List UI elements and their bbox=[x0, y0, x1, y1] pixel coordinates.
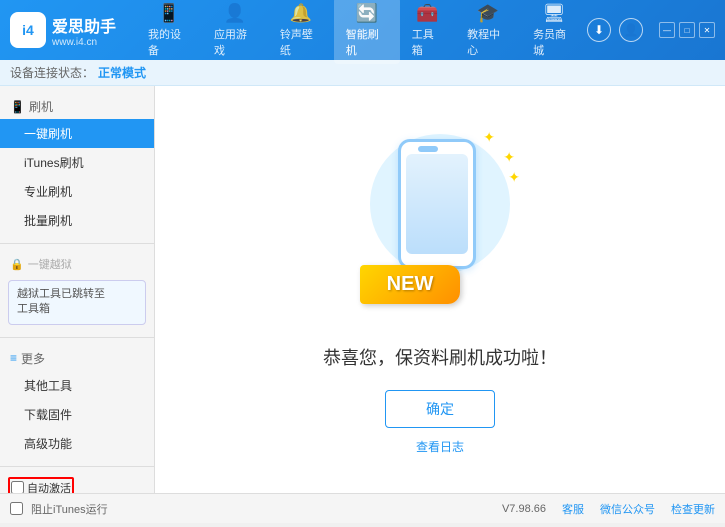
version-label: V7.98.66 bbox=[502, 503, 546, 515]
sidebar-jb-warning: 越狱工具已跳转至工具箱 bbox=[8, 280, 146, 325]
nav-toolbox[interactable]: 🧰 工具箱 bbox=[400, 0, 455, 64]
download-button[interactable]: ⬇ bbox=[587, 18, 611, 42]
nav-tutorial[interactable]: 🎓 教程中心 bbox=[455, 0, 521, 64]
my-device-icon: 📱 bbox=[158, 3, 180, 24]
nav-smart-flash[interactable]: 🔄 智能刷机 bbox=[334, 0, 400, 64]
toolbar-status: 正常模式 bbox=[98, 64, 146, 81]
toolbox-icon: 🧰 bbox=[416, 3, 438, 24]
sidebar-section-jailbreak: 🔒 一键越狱 越狱工具已跳转至工具箱 bbox=[0, 248, 154, 333]
sidebar-item-itunes-flash[interactable]: iTunes刷机 bbox=[0, 148, 154, 177]
bottom-bar: 阻止iTunes运行 V7.98.66 客服 微信公众号 检查更新 bbox=[0, 493, 725, 523]
main-layout: 📱 刷机 一键刷机 iTunes刷机 专业刷机 批量刷机 🔒 一键越狱 bbox=[0, 86, 725, 493]
close-button[interactable]: ✕ bbox=[699, 22, 715, 38]
jb-lock-icon: 🔒 bbox=[10, 258, 24, 271]
phone-body bbox=[398, 139, 476, 269]
more-section-icon: ≡ bbox=[10, 351, 17, 365]
window-controls: — □ ✕ bbox=[659, 22, 715, 38]
new-badge: NEW bbox=[360, 265, 460, 304]
sidebar-section-more: ≡ 更多 其他工具 下载固件 高级功能 bbox=[0, 342, 154, 462]
auto-activate-checkbox[interactable] bbox=[11, 481, 24, 493]
new-badge-text: NEW bbox=[387, 273, 434, 296]
view-log-link[interactable]: 查看日志 bbox=[416, 438, 464, 455]
sparkle-icon-1: ✦ bbox=[503, 149, 515, 166]
smart-flash-icon: 🔄 bbox=[356, 3, 378, 24]
toolbar: 设备连接状态： 正常模式 bbox=[0, 60, 725, 86]
main-content: NEW ✦ ✦ ✦ 恭喜您，保资料刷机成功啦！ 确定 查看日志 bbox=[155, 86, 725, 493]
itunes-label: 阻止iTunes运行 bbox=[31, 501, 108, 517]
itunes-checkbox[interactable] bbox=[10, 502, 23, 515]
header: i4 爱思助手 www.i4.cn 📱 我的设备 👤 应用游戏 🔔 铃声壁纸 🔄… bbox=[0, 0, 725, 60]
phone-notch bbox=[418, 146, 438, 152]
sidebar-item-batch-flash[interactable]: 批量刷机 bbox=[0, 206, 154, 235]
sidebar-item-pro-flash[interactable]: 专业刷机 bbox=[0, 177, 154, 206]
sidebar-section-flash-header[interactable]: 📱 刷机 bbox=[0, 94, 154, 119]
logo-icon: i4 bbox=[10, 12, 46, 48]
device-checkboxes: 自动激活 跳过向导 bbox=[8, 477, 146, 493]
wechat-link[interactable]: 微信公众号 bbox=[600, 501, 655, 517]
sidebar-item-download-firmware[interactable]: 下载固件 bbox=[0, 400, 154, 429]
sidebar-divider-3 bbox=[0, 466, 154, 467]
brand-name: 爱思助手 bbox=[52, 13, 116, 37]
phone-illustration: NEW ✦ ✦ ✦ bbox=[360, 124, 520, 324]
auto-activate-checkbox-label[interactable]: 自动激活 bbox=[11, 480, 71, 493]
nav-app-games[interactable]: 👤 应用游戏 bbox=[202, 0, 268, 64]
bottom-right-links: V7.98.66 客服 微信公众号 检查更新 bbox=[502, 501, 715, 517]
checkbox-red-border: 自动激活 跳过向导 bbox=[8, 477, 74, 493]
nav-service[interactable]: 🖥 务员商城 bbox=[521, 0, 587, 64]
sidebar-divider-2 bbox=[0, 337, 154, 338]
check-update-link[interactable]: 检查更新 bbox=[671, 501, 715, 517]
brand-url: www.i4.cn bbox=[52, 37, 116, 48]
tutorial-icon: 🎓 bbox=[477, 3, 499, 24]
sidebar-item-other-tools[interactable]: 其他工具 bbox=[0, 371, 154, 400]
nav-tabs: 📱 我的设备 👤 应用游戏 🔔 铃声壁纸 🔄 智能刷机 🧰 工具箱 🎓 教程中心… bbox=[136, 0, 587, 64]
itunes-control: 阻止iTunes运行 bbox=[10, 501, 108, 517]
sidebar-section-flash: 📱 刷机 一键刷机 iTunes刷机 专业刷机 批量刷机 bbox=[0, 90, 154, 239]
logo: i4 爱思助手 www.i4.cn bbox=[10, 12, 116, 48]
sidebar: 📱 刷机 一键刷机 iTunes刷机 专业刷机 批量刷机 🔒 一键越狱 bbox=[0, 86, 155, 493]
nav-ringtone[interactable]: 🔔 铃声壁纸 bbox=[268, 0, 334, 64]
header-actions: ⬇ 👤 — □ ✕ bbox=[587, 18, 715, 42]
service-icon: 🖥 bbox=[543, 3, 566, 24]
customer-service-link[interactable]: 客服 bbox=[562, 501, 584, 517]
sidebar-item-advanced[interactable]: 高级功能 bbox=[0, 429, 154, 458]
success-illustration: NEW ✦ ✦ ✦ bbox=[360, 124, 520, 324]
sidebar-section-more-header[interactable]: ≡ 更多 bbox=[0, 346, 154, 371]
minimize-button[interactable]: — bbox=[659, 22, 675, 38]
logo-text: 爱思助手 www.i4.cn bbox=[52, 13, 116, 48]
sidebar-section-jb-header: 🔒 一键越狱 bbox=[0, 252, 154, 276]
phone-screen bbox=[406, 154, 468, 254]
sparkle-icon-3: ✦ bbox=[508, 169, 520, 186]
nav-my-device[interactable]: 📱 我的设备 bbox=[136, 0, 202, 64]
ringtone-icon: 🔔 bbox=[290, 3, 312, 24]
confirm-button[interactable]: 确定 bbox=[385, 390, 495, 428]
maximize-button[interactable]: □ bbox=[679, 22, 695, 38]
toolbar-prefix: 设备连接状态： bbox=[10, 64, 94, 81]
user-button[interactable]: 👤 bbox=[619, 18, 643, 42]
sparkle-icon-2: ✦ bbox=[483, 129, 495, 146]
app-games-icon: 👤 bbox=[224, 3, 246, 24]
flash-section-icon: 📱 bbox=[10, 100, 25, 114]
device-options-panel: 自动激活 跳过向导 📱 iPhone 15 Pro Max 512GB iPho… bbox=[0, 471, 154, 493]
sidebar-divider-1 bbox=[0, 243, 154, 244]
success-message: 恭喜您，保资料刷机成功啦！ bbox=[323, 344, 557, 370]
sidebar-item-onekey-flash[interactable]: 一键刷机 bbox=[0, 119, 154, 148]
